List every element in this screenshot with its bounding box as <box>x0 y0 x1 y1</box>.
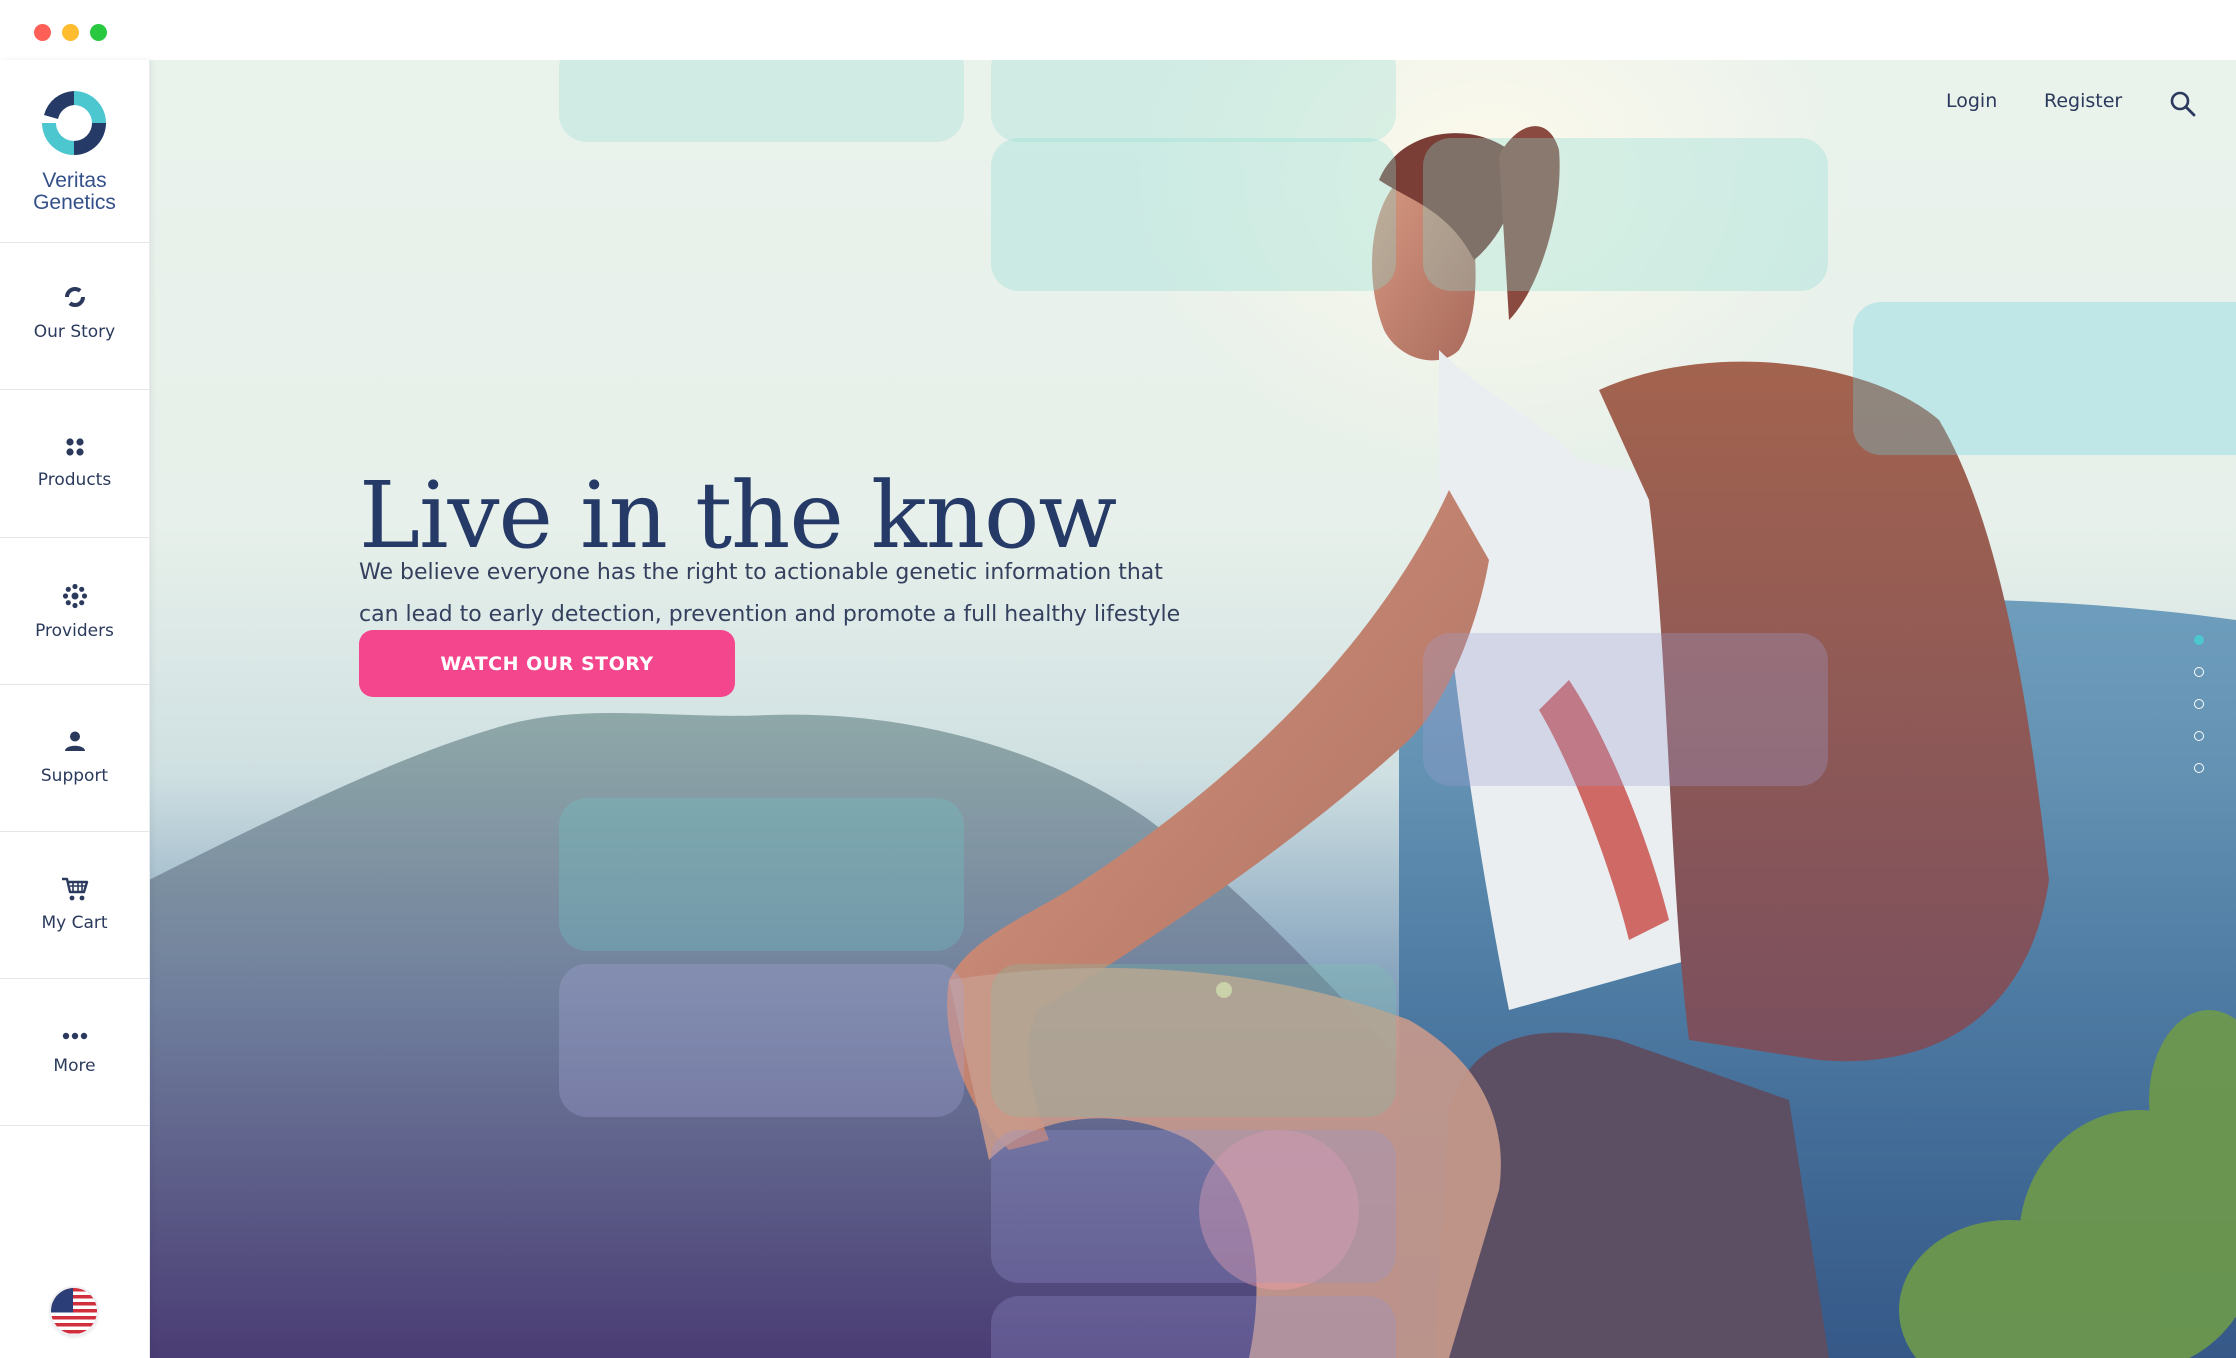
sidebar-item-label: Support <box>40 766 109 786</box>
slide-dot-2[interactable] <box>2194 667 2204 677</box>
hero-subtext: We believe everyone has the right to act… <box>359 552 1219 636</box>
decorative-pill <box>991 964 1396 1117</box>
sidebar-item-our-story[interactable]: Our Story <box>0 242 149 390</box>
sidebar-item-label: More <box>53 1056 96 1076</box>
person-icon <box>64 731 85 751</box>
slide-dot-3[interactable] <box>2194 699 2204 709</box>
slide-dot-4[interactable] <box>2194 731 2204 741</box>
brand-name-line2: Genetics <box>33 191 116 214</box>
decorative-pill <box>991 1130 1396 1283</box>
slide-pagination <box>2194 635 2206 795</box>
decorative-pill <box>991 138 1396 291</box>
sidebar-item-products[interactable]: Products <box>0 390 149 538</box>
logo-mark-icon <box>42 91 106 155</box>
decorative-pill <box>1423 138 1828 291</box>
sidebar-item-label: My Cart <box>41 913 108 933</box>
register-link[interactable]: Register <box>2044 90 2122 112</box>
sidebar-item-providers[interactable]: Providers <box>0 537 149 685</box>
sidebar-item-label: Providers <box>35 621 114 641</box>
close-window-button[interactable] <box>34 24 51 41</box>
sidebar-item-label: Our Story <box>33 322 116 342</box>
hero-section: Login Register Live in the know We belie… <box>149 60 2236 1358</box>
brand-name: Veritas Genetics <box>0 170 149 214</box>
hero-subtext-line1: We believe everyone has the right to act… <box>359 560 1163 585</box>
decorative-pill <box>559 60 964 142</box>
sidebar-item-my-cart[interactable]: My Cart <box>0 831 149 979</box>
decorative-pill <box>559 798 964 951</box>
cart-icon <box>61 877 88 901</box>
us-flag-icon <box>51 1288 97 1334</box>
dot-ring-icon <box>62 583 87 609</box>
maximize-window-button[interactable] <box>90 24 107 41</box>
sidebar-item-more[interactable]: More <box>0 978 149 1126</box>
login-link[interactable]: Login <box>1946 90 1997 112</box>
decorative-pill <box>1853 302 2236 455</box>
search-icon[interactable] <box>2169 90 2197 118</box>
watch-our-story-button[interactable]: WATCH OUR STORY <box>359 630 735 697</box>
logo-mark-icon <box>64 287 85 307</box>
slide-dot-1[interactable] <box>2194 635 2204 645</box>
brand-name-line1: Veritas <box>42 169 107 192</box>
slide-dot-5[interactable] <box>2194 763 2204 773</box>
decorative-pill <box>991 60 1396 142</box>
sidebar: Veritas Genetics Our Story Products Prov… <box>0 60 150 1358</box>
decorative-pill <box>559 964 964 1117</box>
decorative-pill <box>991 1296 1396 1358</box>
ellipsis-icon <box>62 1032 87 1040</box>
window-titlebar <box>0 0 2236 60</box>
locale-selector[interactable] <box>51 1288 97 1334</box>
minimize-window-button[interactable] <box>62 24 79 41</box>
sidebar-item-support[interactable]: Support <box>0 684 149 832</box>
top-nav: Login Register <box>1836 90 2236 130</box>
hero-subtext-line2: can lead to early detection, prevention … <box>359 602 1181 627</box>
four-dots-icon <box>65 438 84 456</box>
sidebar-item-label: Products <box>37 470 112 490</box>
brand-logo[interactable]: Veritas Genetics <box>0 60 149 243</box>
decorative-pill <box>1423 633 1828 786</box>
